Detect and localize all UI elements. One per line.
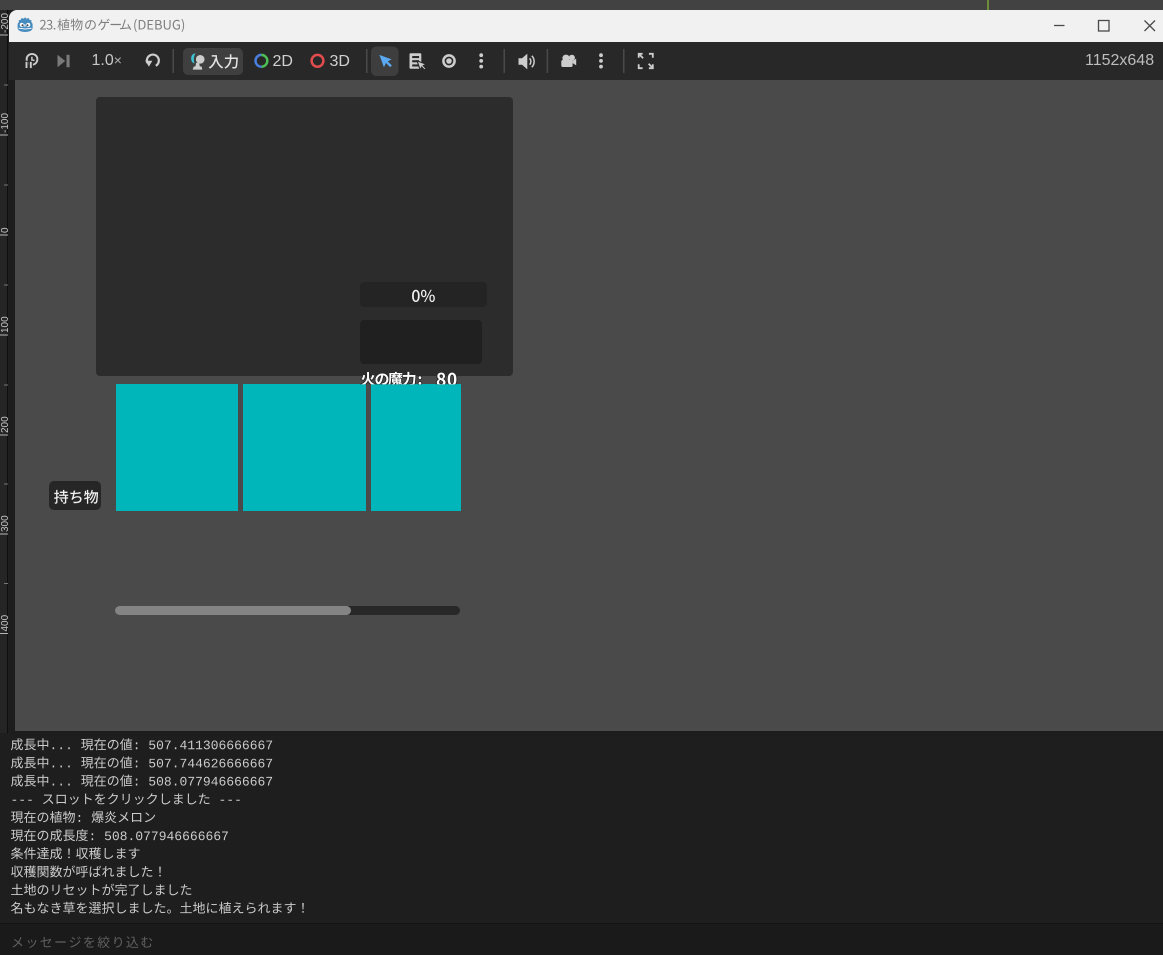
svg-text:100: 100 xyxy=(0,316,11,333)
svg-text:400: 400 xyxy=(0,614,11,631)
svg-text:0: 0 xyxy=(0,227,11,233)
svg-text:300: 300 xyxy=(0,515,11,532)
svg-text:-200: -200 xyxy=(0,13,11,33)
svg-text:-100: -100 xyxy=(0,113,11,133)
svg-text:200: 200 xyxy=(0,416,11,433)
